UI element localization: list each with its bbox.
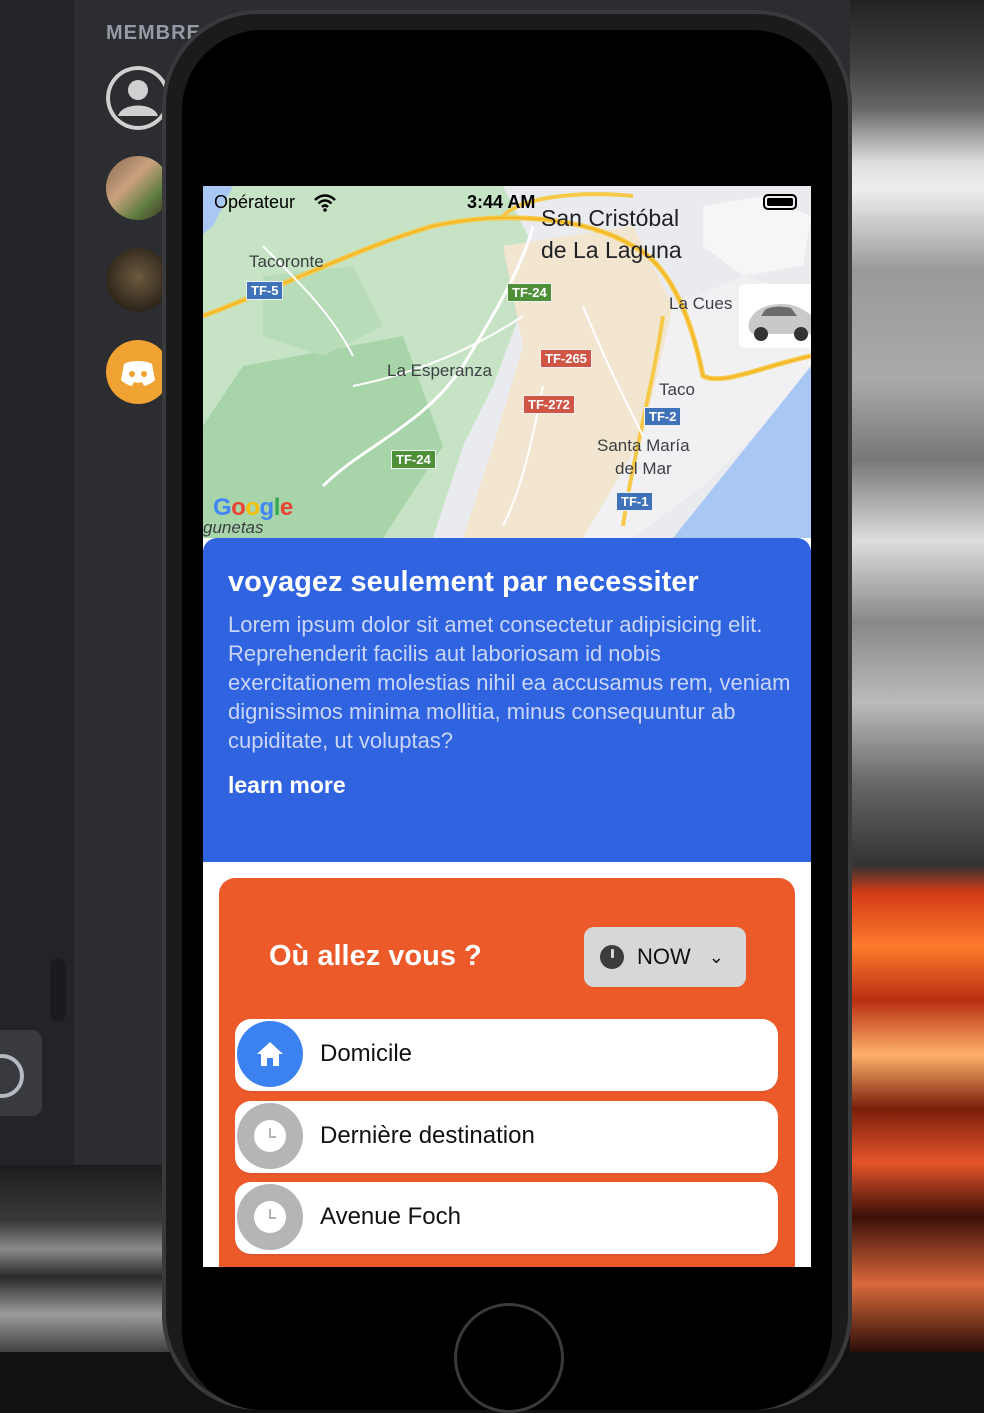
destination-label: Domicile [320,1040,413,1067]
app-screen: San Cristóbal de La Laguna Tacoronte La … [203,186,811,1267]
battery-icon [763,194,797,210]
destination-item-home[interactable]: Domicile [235,1019,778,1091]
member-avatar-drawing[interactable] [106,248,170,312]
destination-label: Avenue Foch [320,1203,461,1230]
road-tag-tf5: TF-5 [246,281,284,300]
map-label-la-laguna: de La Laguna [541,237,682,263]
destination-card: Où allez vous ? NOW ⌄ Domicile Dernière … [219,878,795,1267]
clock-icon [237,1184,303,1250]
home-button[interactable] [454,1303,564,1413]
member-avatar-default[interactable] [106,66,170,130]
info-title: voyagez seulement par necessiter [228,566,699,598]
map-tiles [203,186,811,538]
map-view[interactable]: San Cristóbal de La Laguna Tacoronte La … [203,186,811,538]
car-icon [748,304,811,341]
emoji-button[interactable] [0,1030,42,1116]
background-blur-right [850,0,984,1352]
road-tag-tf265: TF-265 [540,349,592,368]
road-tag-tf24-south: TF-24 [391,450,436,469]
map-label-del-mar: del Mar [615,459,672,478]
wifi-icon [314,194,336,212]
road-tag-tf1: TF-1 [616,492,654,511]
clock-icon [237,1103,303,1169]
chevron-down-icon: ⌄ [708,946,724,967]
info-body: Lorem ipsum dolor sit amet consectetur a… [228,612,791,753]
map-label-la-cuesta: La Cues [669,294,733,313]
emoji-icon [0,1054,24,1098]
destination-title: Où allez vous ? [269,940,482,972]
destination-label: Dernière destination [320,1122,535,1149]
learn-more-link[interactable]: learn more [228,772,786,799]
status-bar: Opérateur 3:44 AM [203,186,811,218]
scrollbar-thumb[interactable] [50,958,66,1022]
member-avatar-photo[interactable] [106,156,170,220]
google-logo: Google [213,494,293,521]
map-label-tacoronte: Tacoronte [249,252,324,271]
map-label-taco: Taco [659,380,695,399]
road-tag-tf24: TF-24 [507,283,552,302]
road-tag-tf272: TF-272 [523,395,575,414]
time-selector-button[interactable]: NOW ⌄ [584,927,746,987]
road-tag-tf2: TF-2 [644,407,682,426]
info-card: voyagez seulement par necessiter Lorem i… [203,538,811,862]
status-time: 3:44 AM [467,192,536,212]
map-label-la-esperanza: La Esperanza [387,361,492,380]
car-marker[interactable] [739,284,811,348]
time-selector-label: NOW [637,944,691,969]
destination-item-last[interactable]: Dernière destination [235,1101,778,1173]
map-label-santa-maria: Santa María [597,436,690,455]
discord-icon [121,361,155,386]
user-icon [106,66,170,130]
home-icon [237,1021,303,1087]
member-avatar-discord[interactable] [106,340,170,404]
clock-icon [600,945,624,969]
carrier-label: Opérateur [214,192,296,212]
destination-item-avenue-foch[interactable]: Avenue Foch [235,1182,778,1254]
